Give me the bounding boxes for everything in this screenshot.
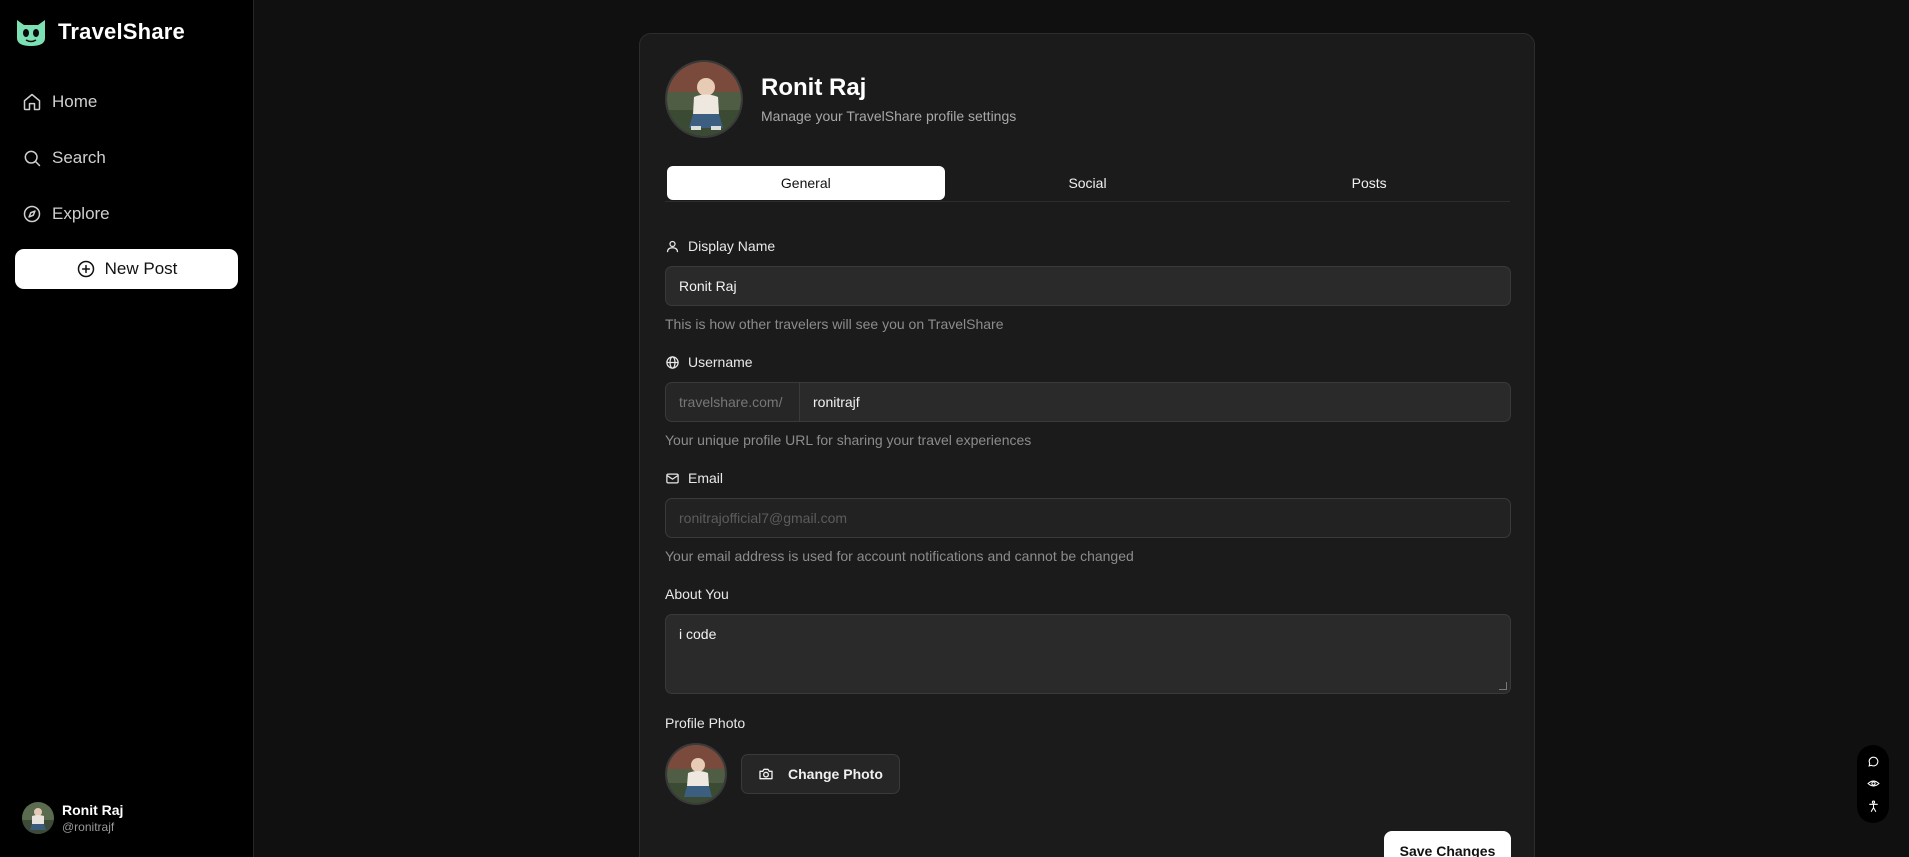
new-post-button[interactable]: New Post <box>15 249 238 289</box>
plus-circle-icon <box>77 260 94 278</box>
avatar <box>665 743 727 805</box>
email-hint: Your email address is used for account n… <box>665 548 1134 564</box>
sidebar-item-label: Explore <box>52 204 110 223</box>
change-photo-button[interactable]: Change Photo <box>741 754 900 794</box>
brand-name: TravelShare <box>58 19 185 44</box>
profile-photo-label: Profile Photo <box>665 715 746 731</box>
search-icon <box>24 150 41 167</box>
accessibility-icon[interactable] <box>1867 800 1880 813</box>
page-title: Ronit Raj <box>761 74 867 101</box>
display-name-hint: This is how other travelers will see you… <box>665 316 1004 332</box>
profile-header: Ronit Raj Manage your TravelShare profil… <box>665 60 1016 138</box>
tab-social[interactable]: Social <box>949 166 1227 200</box>
user-icon <box>666 240 679 252</box>
sidebar-item-home[interactable]: Home <box>22 87 110 117</box>
sidebar-user[interactable]: Ronit Raj @ronitrajf <box>22 802 123 834</box>
about-textarea[interactable]: i code <box>665 614 1511 694</box>
sidebar-item-explore[interactable]: Explore <box>22 199 110 229</box>
about-label: About You <box>665 586 729 602</box>
tab-general[interactable]: General <box>667 166 945 200</box>
new-post-label: New Post <box>104 259 178 278</box>
compass-icon <box>23 205 41 223</box>
logo-icon <box>17 20 45 46</box>
username-field[interactable]: ronitrajf <box>800 382 1511 422</box>
avatar <box>22 802 54 834</box>
settings-tabs: General Social Posts <box>665 164 1510 202</box>
avatar <box>665 60 743 138</box>
profile-photo-row: Change Photo <box>665 743 900 805</box>
email-label: Email <box>665 470 723 486</box>
sidebar-item-search[interactable]: Search <box>22 143 110 173</box>
display-name-field[interactable]: Ronit Raj <box>665 266 1511 306</box>
globe-icon <box>666 355 679 369</box>
username-url-prefix: travelshare.com/ <box>665 382 800 422</box>
username-label: Username <box>665 354 753 370</box>
chat-icon[interactable] <box>1867 755 1880 768</box>
brand[interactable]: TravelShare <box>14 16 185 48</box>
mail-icon <box>666 473 679 483</box>
resize-handle-icon[interactable] <box>1499 682 1507 690</box>
email-field: ronitrajofficial7@gmail.com <box>665 498 1511 538</box>
camera-icon <box>759 768 773 780</box>
username-hint: Your unique profile URL for sharing your… <box>665 432 1032 448</box>
sidebar-item-label: Search <box>52 148 106 167</box>
page-subtitle: Manage your TravelShare profile settings <box>761 108 1017 124</box>
sidebar: TravelShare Home Search Explore New Post <box>0 0 254 857</box>
sidebar-user-name: Ronit Raj <box>62 802 124 818</box>
display-name-label: Display Name <box>665 238 775 254</box>
sidebar-nav: Home Search Explore <box>22 87 110 255</box>
profile-settings-card: Ronit Raj Manage your TravelShare profil… <box>639 33 1535 857</box>
about-text: i code <box>679 626 717 642</box>
eye-icon[interactable] <box>1866 777 1880 790</box>
sidebar-user-handle: @ronitrajf <box>62 820 115 834</box>
home-icon <box>23 93 41 111</box>
floating-toolbar <box>1857 745 1889 823</box>
sidebar-item-label: Home <box>52 92 98 111</box>
tab-posts[interactable]: Posts <box>1230 166 1508 200</box>
save-changes-button[interactable]: Save Changes <box>1384 831 1511 857</box>
